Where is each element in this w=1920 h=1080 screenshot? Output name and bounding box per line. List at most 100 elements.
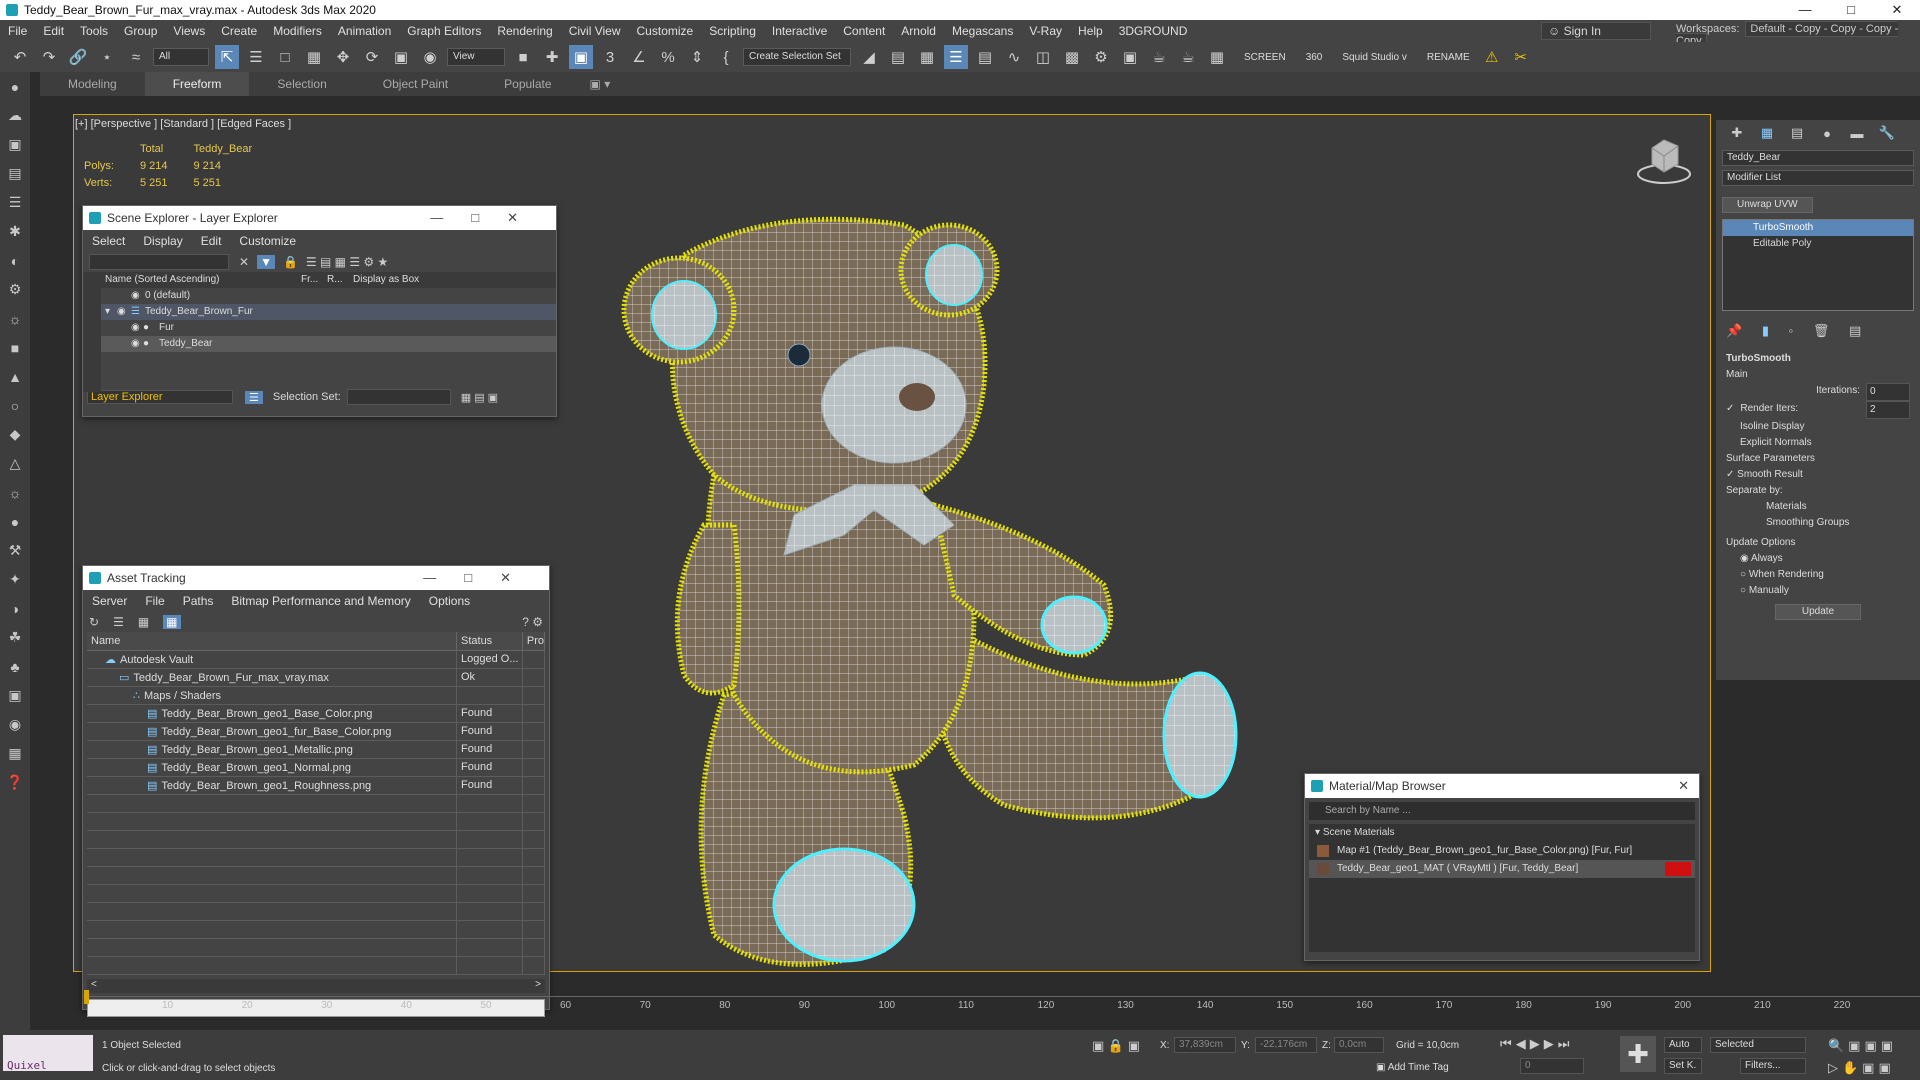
place-icon[interactable]: ◉ [418, 45, 442, 69]
menu-tools[interactable]: Tools [72, 24, 116, 38]
tool-23-icon[interactable]: ◉ [0, 710, 30, 739]
menu-rendering[interactable]: Rendering [489, 24, 560, 38]
link-icon[interactable]: 🔗 [66, 45, 90, 69]
tool-19-icon[interactable]: ◑ [0, 594, 30, 623]
hierarchy-tab-icon[interactable]: ▤ [1782, 125, 1812, 141]
toggle-layer-explorer-icon[interactable]: ☰ [944, 45, 968, 69]
material-browser-titlebar[interactable]: Material/Map Browser ✕ [1305, 774, 1699, 798]
asset-row[interactable]: ▭ Teddy_Bear_Brown_Fur_max_vray.max Ok [87, 668, 546, 687]
create-selection-set-dropdown[interactable]: Create Selection Set [743, 48, 851, 66]
menu-graph-editors[interactable]: Graph Editors [399, 24, 489, 38]
tool-15-icon[interactable]: ☼ [0, 478, 30, 507]
selection-set-tools-icon[interactable]: ▦ ▤ ▣ [461, 391, 498, 404]
asset-tracking-titlebar[interactable]: Asset Tracking —□✕ [83, 566, 549, 590]
window-crossing-icon[interactable]: ▦ [302, 45, 326, 69]
snaps-icon[interactable]: 3 [598, 45, 622, 69]
menu-arnold[interactable]: Arnold [893, 24, 944, 38]
turbosmooth-header[interactable]: TurboSmooth [1726, 351, 1910, 367]
layer-row[interactable]: ▾ ◉ ☰ Teddy_Bear_Brown_Fur [101, 304, 556, 320]
menu-content[interactable]: Content [835, 24, 893, 38]
asset-row[interactable]: ▤ Teddy_Bear_Brown_geo1_Normal.png Found [87, 758, 546, 777]
eye-icon[interactable]: ◉ [117, 304, 126, 320]
ribbon-tab-freeform[interactable]: Freeform [144, 72, 250, 96]
clear-icon[interactable]: ✕ [239, 255, 249, 269]
tool-3-icon[interactable]: ▣ [0, 130, 30, 159]
se-menu-edit[interactable]: Edit [192, 234, 231, 248]
tool-12-icon[interactable]: ○ [0, 391, 30, 420]
isolate-lock-icons[interactable]: ▣ 🔒 ▣ [1092, 1038, 1140, 1054]
angle-snap-icon[interactable]: ∠ [627, 45, 651, 69]
rect-selection-icon[interactable]: □ [273, 45, 297, 69]
filter-icon[interactable]: ▼ [257, 255, 275, 269]
tool-20-icon[interactable]: ☘ [0, 623, 30, 652]
unwrap-uvw-button[interactable]: Unwrap UVW [1722, 197, 1813, 213]
help-icon[interactable]: ? ⚙ [522, 615, 543, 629]
se-menu-customize[interactable]: Customize [230, 234, 305, 248]
radio-manually[interactable]: ○ [1740, 585, 1749, 596]
z-coordinate-field[interactable]: 0,0cm [1334, 1037, 1384, 1053]
mirror-icon[interactable]: ◢ [857, 45, 881, 69]
asset-col-pro[interactable]: Pro [522, 632, 546, 651]
material-row[interactable]: Map #1 (Teddy_Bear_Brown_geo1_fur_Base_C… [1309, 842, 1695, 860]
window-controls[interactable]: —□✕ [423, 566, 539, 590]
auto-key-button[interactable]: Auto [1664, 1037, 1702, 1053]
select-by-name-icon[interactable]: ☰ [244, 45, 268, 69]
explorer-side-tabs[interactable] [83, 272, 101, 392]
display-tab-icon[interactable]: ▬ [1842, 126, 1872, 141]
menu-file[interactable]: File [0, 24, 35, 38]
stack-item-editable-poly[interactable]: Editable Poly [1723, 236, 1913, 252]
key-mode-icon[interactable]: ✚ [1620, 1036, 1656, 1072]
eye-icon[interactable]: ◉ [131, 336, 140, 352]
se-menu-display[interactable]: Display [134, 234, 191, 248]
modifier-list-dropdown[interactable]: Modifier List [1722, 170, 1914, 186]
tool-25-icon[interactable]: ❓ [0, 768, 30, 797]
select-manipulate-icon[interactable]: ✚ [540, 45, 564, 69]
ribbon-tab-modeling[interactable]: Modeling [40, 77, 145, 91]
isoline-checkbox[interactable]: Isoline Display [1726, 419, 1910, 435]
asset-row[interactable]: ▤ Teddy_Bear_Brown_geo1_fur_Base_Color.pn… [87, 722, 546, 741]
render-shot-icon[interactable]: ▦ [1205, 45, 1229, 69]
time-slider-handle[interactable] [84, 990, 89, 1004]
curve-editor-icon[interactable]: ∿ [1002, 45, 1026, 69]
iterations-spinner[interactable]: 0 [1866, 383, 1910, 401]
viewport-navigation-icons[interactable]: 🔍▣▣▣ [1828, 1038, 1897, 1054]
tool-7-icon[interactable]: ◐ [0, 246, 30, 275]
spinner-snap-icon[interactable]: ⇕ [685, 45, 709, 69]
layer-row[interactable]: ◉ 0 (default) [101, 288, 556, 304]
tool-2-icon[interactable]: ☁ [0, 101, 30, 130]
detail-view-icon[interactable]: ▦ [138, 615, 149, 629]
rotate-icon[interactable]: ⟳ [360, 45, 384, 69]
asset-row[interactable]: ▤ Teddy_Bear_Brown_geo1_Roughness.png Foun… [87, 776, 546, 795]
render-production-icon[interactable]: ☕ [1147, 45, 1171, 69]
tool-11-icon[interactable]: ▲ [0, 362, 30, 391]
current-frame-field[interactable]: 0 [1520, 1058, 1584, 1074]
menu-views[interactable]: Views [165, 24, 213, 38]
create-tab-icon[interactable]: ✚ [1722, 125, 1752, 141]
update-button[interactable]: Update [1774, 604, 1862, 620]
named-selection-icon[interactable]: { [714, 45, 738, 69]
tool-10-icon[interactable]: ■ [0, 333, 30, 362]
menu-help[interactable]: Help [1070, 24, 1111, 38]
expand-icon[interactable]: ▾ [105, 304, 110, 320]
viewcube-icon[interactable] [1634, 134, 1694, 186]
menu-customize[interactable]: Customize [629, 24, 702, 38]
pivot-icon[interactable]: ■ [511, 45, 535, 69]
menu-group[interactable]: Group [116, 24, 165, 38]
minimize-icon[interactable]: — [1782, 0, 1828, 20]
ribbon-tab-selection[interactable]: Selection [249, 77, 354, 91]
bind-spacewarp-icon[interactable]: ≈ [124, 45, 148, 69]
tool-1-icon[interactable]: ● [0, 72, 30, 101]
stack-item-turbosmooth[interactable]: TurboSmooth [1723, 220, 1913, 236]
at-menu-file[interactable]: File [136, 594, 173, 608]
show-end-result-icon[interactable]: ▮ [1762, 323, 1769, 338]
tool-8-icon[interactable]: ⚙ [0, 275, 30, 304]
scale-icon[interactable]: ▣ [389, 45, 413, 69]
layers-icon[interactable]: ☰ ▤ ▦ ☰ ⚙ ★ [306, 255, 388, 269]
selection-set-dropdown[interactable] [346, 389, 451, 405]
radio-always[interactable]: ◉ [1740, 553, 1751, 564]
scene-materials-header[interactable]: ▾ Scene Materials [1309, 824, 1695, 842]
viewport-label[interactable]: [+] [Perspective ] [Standard ] [Edged Fa… [75, 118, 291, 130]
selected-dropdown[interactable]: Selected [1710, 1037, 1806, 1053]
tool-24-icon[interactable]: ▦ [0, 739, 30, 768]
eye-icon[interactable]: ◉ [131, 320, 140, 336]
